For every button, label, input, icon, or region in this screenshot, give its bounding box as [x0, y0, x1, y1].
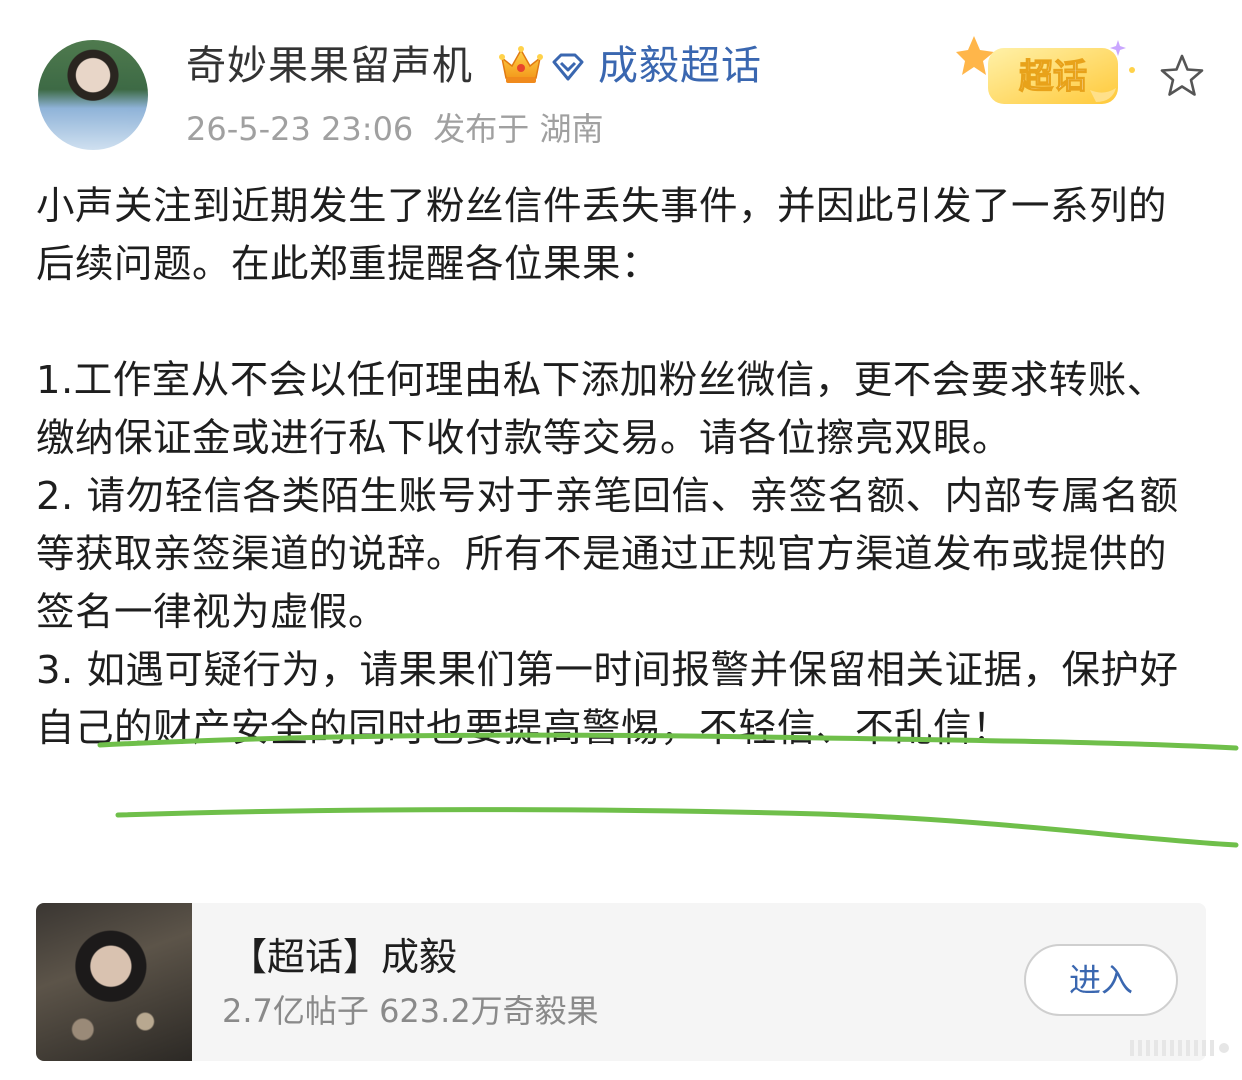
crown-icon [499, 46, 543, 83]
post-paragraph: 小声关注到近期发生了粉丝信件丢失事件，并因此引发了一系列的后续问题。在此郑重提醒… [36, 184, 1168, 287]
supertopic-thumbnail [36, 903, 192, 1061]
post-location: 发布于 湖南 [433, 110, 604, 148]
supertopic-card[interactable]: 【超话】成毅 2.7亿帖子 623.2万奇毅果 进入 [36, 903, 1206, 1061]
more-indicator [1130, 1040, 1229, 1056]
post-meta: 26-5-23 23:06 发布于 湖南 [186, 106, 603, 152]
supertopic-badge[interactable]: 超话 [950, 30, 1140, 120]
supertopic-badge-label: 超话 [1019, 57, 1087, 97]
star-icon[interactable] [1158, 52, 1206, 100]
supertopic-card-title: 【超话】成毅 [229, 935, 458, 979]
enter-button[interactable]: 进入 [1024, 944, 1178, 1016]
supertopic-card-stats: 2.7亿帖子 623.2万奇毅果 [222, 992, 599, 1030]
username[interactable]: 奇妙果果留声机 [186, 38, 473, 94]
avatar[interactable] [38, 40, 148, 150]
post-content: 小声关注到近期发生了粉丝信件丢失事件，并因此引发了一系列的后续问题。在此郑重提醒… [36, 178, 1186, 758]
diamond-icon [552, 53, 584, 81]
post-paragraph: 2. 请勿轻信各类陌生账号对于亲笔回信、亲签名额、内部专属名额等获取亲签渠道的说… [36, 474, 1179, 635]
post-timestamp: 26-5-23 23:06 [186, 110, 414, 148]
post-paragraph: 1.工作室从不会以任何理由私下添加粉丝微信，更不会要求转账、缴纳保证金或进行私下… [36, 358, 1166, 461]
post-paragraph: 3. 如遇可疑行为，请果果们第一时间报警并保留相关证据，保护好自己的财产安全的同… [36, 648, 1179, 751]
supertopic-link[interactable]: 成毅超话 [598, 38, 762, 94]
